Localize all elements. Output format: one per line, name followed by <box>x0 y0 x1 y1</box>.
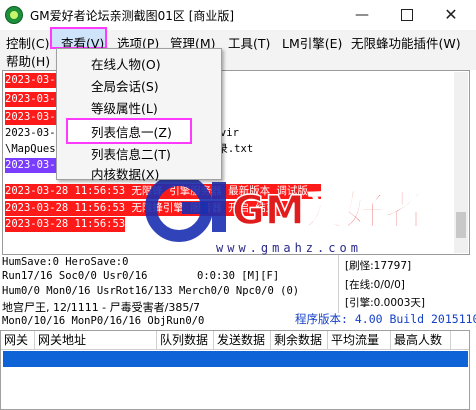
menu-plugins[interactable]: 无限蜂功能插件(W) <box>351 33 461 52</box>
status-run: Run17/16 Soc0/0 Usr0/16 <box>2 270 148 282</box>
close-button[interactable]: ✕ <box>435 4 467 26</box>
column-header-max-users[interactable]: 最高人数 <box>391 331 451 349</box>
menu-tools[interactable]: 工具(T) <box>228 33 270 52</box>
menu-item-global-chat[interactable]: 全局会话(S) <box>91 76 159 95</box>
column-header-average-traffic[interactable]: 平均流量 <box>328 331 391 349</box>
log-line: 2023-03-2 <box>5 110 62 125</box>
status-monsters: Mon0/10/16 MonP0/16/16 ObjRun0/0 <box>2 315 205 327</box>
menu-help[interactable]: 帮助(H) <box>6 51 50 70</box>
log-line: 2023-03-28 11:56:53 无限蜂引擎 服务器 开启 结束.. <box>5 201 290 216</box>
menu-item-list-info-two[interactable]: 列表信息二(T) <box>91 144 171 163</box>
status-time: 0:0:30 [M][F] <box>197 270 280 282</box>
column-header-gateway-address[interactable]: 网关地址 <box>35 331 157 349</box>
gateway-table[interactable]: 网关 网关地址 队列数据 发送数据 剩余数据 平均流量 最高人数 <box>0 330 470 410</box>
column-header-queue-data[interactable]: 队列数据 <box>157 331 214 349</box>
log-line: 2023-03-28 11:56:53 <box>5 217 126 232</box>
view-menu-dropdown: 在线人物(O) 全局会话(S) 等级属性(L) 列表信息一(Z) 列表信息二(T… <box>56 48 222 183</box>
menu-lm-engine[interactable]: LM引擎(E) <box>282 33 342 52</box>
menu-item-kernel-data[interactable]: 内核数据(X) <box>91 164 159 183</box>
status-boss: 地宫尸王, 12/1111 - 尸毒受害者/385/7 <box>2 301 201 314</box>
status-refresh: [刷怪:17797] <box>345 260 412 272</box>
status-online: [在线:0/0/0] <box>345 279 405 291</box>
app-icon <box>5 6 23 24</box>
status-engine: [引擎:0.0003天] <box>345 297 425 309</box>
menu-item-level-attributes[interactable]: 等级属性(L) <box>91 98 158 117</box>
status-counts: Hum0/0 Mon0/16 UsrRot16/133 Merch0/0 Npc… <box>2 285 300 297</box>
window-title: GM爱好者论坛亲测截图01区 [商业版] <box>30 9 235 23</box>
log-line: 2023-03-28 11:56:53 无限蜂 引擎服务器 最新版本 调试版.. <box>5 184 321 199</box>
maximize-button[interactable] <box>391 4 423 26</box>
log-line: 2023-03-2 <box>5 73 62 88</box>
column-header-gateway[interactable]: 网关 <box>1 331 35 349</box>
gateway-table-header: 网关 网关地址 队列数据 发送数据 剩余数据 平均流量 最高人数 <box>1 331 469 350</box>
menu-item-online-players[interactable]: 在线人物(O) <box>91 54 161 73</box>
status-save: HumSave:0 HeroSave:0 <box>2 256 129 268</box>
log-scroll-thumb[interactable] <box>456 212 466 238</box>
table-row[interactable] <box>3 351 468 367</box>
status-right-panel: [刷怪:17797] [在线:0/0/0] [引擎:0.0003天] <box>338 255 471 313</box>
column-header-sent-data[interactable]: 发送数据 <box>214 331 271 349</box>
minimize-button[interactable]: — <box>346 4 378 26</box>
program-version: 程序版本: 4.00 Build 20151104 <box>295 312 476 326</box>
menu-control[interactable]: 控制(C) <box>6 33 49 52</box>
menu-item-list-info-one[interactable]: 列表信息一(Z) <box>91 122 172 141</box>
column-header-remaining-data[interactable]: 剩余数据 <box>271 331 328 349</box>
log-scrollbar[interactable] <box>454 72 468 253</box>
